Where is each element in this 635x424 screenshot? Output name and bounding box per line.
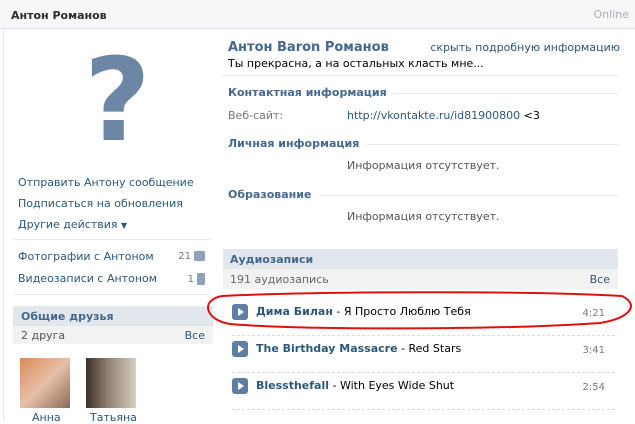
send-message-link[interactable]: Отправить Антону сообщение bbox=[18, 176, 194, 189]
track-song: - With Eyes Wide Shut bbox=[329, 379, 455, 392]
header-name: Антон Романов bbox=[11, 9, 107, 22]
audio-track: Дима Билан - Я Просто Люблю Тебя 4:21 bbox=[232, 300, 615, 336]
other-actions-link[interactable]: Другие действия ▼ bbox=[18, 218, 127, 231]
track-duration: 4:21 bbox=[582, 308, 605, 319]
profile-status: Ты прекрасна, а на остальных класть мне.… bbox=[228, 57, 484, 70]
track-artist[interactable]: Дима Билан bbox=[256, 305, 333, 318]
photos-count: 21 bbox=[178, 251, 205, 262]
website-value: http://vkontakte.ru/id81900800 <3 bbox=[347, 109, 540, 122]
play-icon[interactable] bbox=[232, 341, 248, 357]
camera-icon bbox=[194, 251, 205, 261]
play-icon[interactable] bbox=[232, 378, 248, 394]
website-label: Веб-сайт: bbox=[228, 109, 284, 122]
track-artist[interactable]: Blessthefall bbox=[256, 379, 329, 392]
page-header: Антон Романов Online bbox=[0, 0, 635, 29]
hide-info-link[interactable]: скрыть подробную информацию bbox=[430, 41, 620, 54]
website-suffix: <3 bbox=[520, 109, 540, 122]
education-value: Информация отсутствует. bbox=[347, 210, 500, 223]
track-duration: 3:41 bbox=[582, 345, 605, 356]
mutual-friends-header[interactable]: Общие друзья bbox=[13, 306, 213, 326]
audio-track: The Birthday Massacre - Red Stars 3:41 bbox=[232, 337, 615, 373]
online-status: Online bbox=[593, 8, 629, 21]
profile-name: Антон Baron Романов bbox=[228, 40, 389, 55]
education-section-title: Образование bbox=[228, 188, 320, 201]
website-link[interactable]: http://vkontakte.ru/id81900800 bbox=[347, 109, 520, 122]
friend-name[interactable]: Татьяна bbox=[90, 411, 137, 424]
friends-all-link[interactable]: Все bbox=[185, 329, 205, 342]
friend-name[interactable]: Анна bbox=[32, 411, 61, 424]
mutual-friends-sub: 2 друга Все bbox=[13, 326, 213, 344]
photos-count-value: 21 bbox=[178, 251, 191, 262]
track-title: The Birthday Massacre - Red Stars bbox=[256, 342, 461, 355]
chevron-down-icon: ▼ bbox=[121, 221, 128, 230]
track-title: Blessthefall - With Eyes Wide Shut bbox=[256, 379, 454, 392]
track-title: Дима Билан - Я Просто Люблю Тебя bbox=[256, 305, 471, 318]
friend-avatar[interactable] bbox=[20, 358, 70, 408]
no-avatar-icon[interactable]: ? bbox=[84, 44, 151, 159]
audio-sub: 191 аудиозапись Все bbox=[223, 269, 618, 289]
play-icon[interactable] bbox=[232, 304, 248, 320]
subscribe-link[interactable]: Подписаться на обновления bbox=[18, 197, 183, 210]
audio-count: 191 аудиозапись bbox=[230, 273, 329, 286]
film-icon bbox=[197, 273, 205, 285]
videos-count: 1 bbox=[188, 273, 205, 285]
photos-link[interactable]: Фотографии с Антоном bbox=[18, 250, 154, 263]
track-duration: 2:54 bbox=[582, 382, 605, 393]
track-artist[interactable]: The Birthday Massacre bbox=[256, 342, 398, 355]
track-song: - Red Stars bbox=[397, 342, 462, 355]
track-song: - Я Просто Люблю Тебя bbox=[332, 305, 471, 318]
audio-header[interactable]: Аудиозаписи bbox=[223, 249, 618, 269]
friends-count: 2 друга bbox=[21, 329, 66, 342]
audio-track: Blessthefall - With Eyes Wide Shut 2:54 bbox=[232, 374, 615, 410]
personal-value: Информация отсутствует. bbox=[347, 159, 500, 172]
videos-link[interactable]: Видеозаписи с Антоном bbox=[18, 272, 157, 285]
other-actions-label: Другие действия bbox=[18, 218, 118, 231]
videos-count-value: 1 bbox=[187, 274, 194, 285]
contact-section-title: Контактная информация bbox=[228, 86, 395, 99]
divider bbox=[222, 75, 618, 76]
personal-section-title: Личная информация bbox=[228, 137, 368, 150]
divider bbox=[14, 294, 210, 295]
divider bbox=[14, 239, 210, 240]
friend-avatar[interactable] bbox=[86, 358, 136, 408]
audio-all-link[interactable]: Все bbox=[590, 273, 610, 286]
